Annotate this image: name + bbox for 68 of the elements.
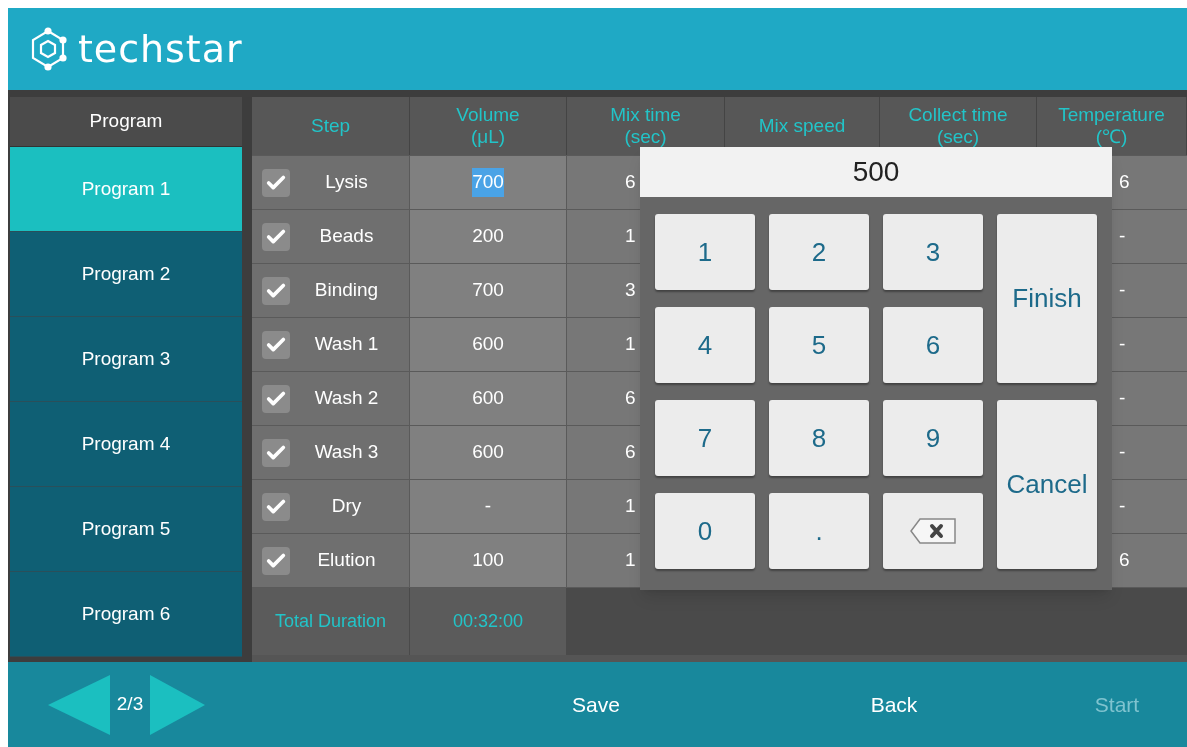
volume-value[interactable]: - — [484, 492, 492, 521]
footer-button[interactable]: Back — [824, 674, 964, 735]
keypad-key[interactable]: 0 — [655, 493, 755, 569]
keypad-key[interactable]: 5 — [769, 307, 869, 383]
sidebar-title: Program — [10, 97, 242, 147]
volume-value[interactable]: 700 — [472, 276, 504, 305]
keypad-key[interactable]: 7 — [655, 400, 755, 476]
page-indicator: 2/3 — [115, 692, 145, 717]
temperature-value: - — [1119, 332, 1126, 357]
program-tab[interactable]: Program 2 — [10, 232, 242, 317]
program-tab[interactable]: Program 6 — [10, 572, 242, 657]
volume-value[interactable]: 200 — [472, 222, 504, 251]
temperature-value: 6 — [1119, 548, 1130, 573]
step-checkbox[interactable] — [262, 546, 290, 575]
logo-text: techstar — [78, 25, 243, 73]
keypad-key[interactable]: 6 — [883, 307, 983, 383]
keypad-key[interactable]: 4 — [655, 307, 755, 383]
mix-time-value: 1 — [625, 548, 636, 573]
backspace-icon — [908, 516, 958, 546]
mix-time-value: 1 — [625, 332, 636, 357]
program-tab[interactable]: Program 5 — [10, 487, 242, 572]
keypad-key[interactable]: Finish — [997, 214, 1097, 383]
mix-time-value: 3 — [625, 278, 636, 303]
step-name: Beads — [318, 224, 375, 249]
step-checkbox[interactable] — [262, 492, 290, 521]
step-checkbox[interactable] — [262, 276, 290, 305]
program-tab[interactable]: Program 4 — [10, 402, 242, 487]
step-checkbox[interactable] — [262, 384, 290, 413]
temperature-value: - — [1119, 224, 1126, 249]
mix-time-value: 6 — [625, 386, 636, 411]
step-name: Elution — [316, 548, 377, 573]
step-name: Wash 3 — [313, 440, 380, 465]
keypad-key[interactable]: . — [769, 493, 869, 569]
step-checkbox[interactable] — [262, 330, 290, 359]
volume-value[interactable]: 600 — [472, 384, 504, 413]
keypad-key[interactable]: 8 — [769, 400, 869, 476]
keypad-key[interactable]: Cancel — [997, 400, 1097, 569]
mix-time-value: 1 — [625, 224, 636, 249]
step-checkbox[interactable] — [262, 168, 290, 197]
step-name: Binding — [313, 278, 380, 303]
keypad-key[interactable]: 2 — [769, 214, 869, 290]
total-duration-label: Total Duration — [274, 610, 387, 633]
step-name: Wash 1 — [313, 332, 380, 357]
step-name: Dry — [330, 494, 363, 519]
keypad-key[interactable]: 3 — [883, 214, 983, 290]
step-name: Lysis — [324, 170, 369, 195]
footer-button[interactable]: Save — [526, 674, 666, 735]
temperature-value: - — [1119, 440, 1126, 465]
keypad-key[interactable]: 9 — [883, 400, 983, 476]
volume-value[interactable]: 100 — [472, 546, 504, 575]
temperature-value: - — [1119, 386, 1126, 411]
total-duration-value: 00:32:00 — [452, 610, 524, 633]
step-name: Wash 2 — [313, 386, 380, 411]
mix-time-value: 1 — [625, 494, 636, 519]
step-checkbox[interactable] — [262, 222, 290, 251]
volume-value[interactable]: 700 — [472, 168, 504, 197]
temperature-value: 6 — [1119, 170, 1130, 195]
mix-time-value: 6 — [625, 440, 636, 465]
temperature-value: - — [1119, 494, 1126, 519]
program-tab[interactable]: Program 3 — [10, 317, 242, 402]
keypad-key[interactable]: 1 — [655, 214, 755, 290]
step-checkbox[interactable] — [262, 438, 290, 467]
backspace-key[interactable] — [883, 493, 983, 569]
mix-time-value: 6 — [625, 170, 636, 195]
volume-value[interactable]: 600 — [472, 330, 504, 359]
temperature-value: - — [1119, 278, 1126, 303]
value-display: 500 — [640, 147, 1112, 197]
volume-value[interactable]: 600 — [472, 438, 504, 467]
